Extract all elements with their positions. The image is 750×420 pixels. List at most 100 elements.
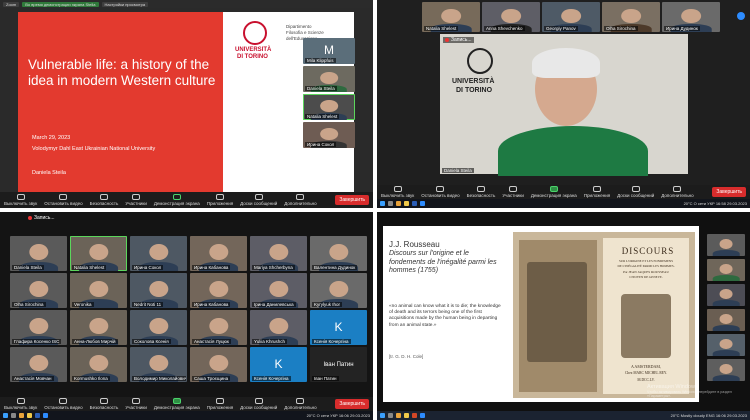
book-subtitle: SUR L'ORIGINE ET LES FONDEMENS: [619, 259, 673, 263]
video-tile[interactable]: Kormushko Ilona: [70, 347, 127, 382]
video-tile[interactable]: Olha Sirochina: [10, 273, 67, 308]
video-tile[interactable]: [707, 334, 745, 356]
next-page-arrow-icon[interactable]: [737, 12, 745, 20]
security-button[interactable]: Безопасность: [90, 194, 118, 206]
browser-icon[interactable]: [19, 413, 24, 418]
stop-video-button[interactable]: Остановить видео: [44, 398, 83, 410]
windows-start-icon[interactable]: [380, 201, 385, 206]
participants-button[interactable]: Участники: [125, 194, 147, 206]
search-icon[interactable]: [388, 413, 393, 418]
stop-video-button[interactable]: Остановить видео: [421, 186, 460, 198]
video-tile[interactable]: Veronika: [70, 273, 127, 308]
search-icon[interactable]: [11, 413, 16, 418]
tab-sharing[interactable]: Во время демонстрации экрана Stella: [22, 1, 99, 7]
more-button[interactable]: Дополнительно: [284, 398, 317, 410]
apps-button[interactable]: Приложения: [584, 186, 610, 198]
video-tile[interactable]: Ирина Сокол: [303, 122, 355, 148]
more-button[interactable]: Дополнительно: [661, 186, 694, 198]
video-tile[interactable]: Natalia Shelest: [303, 94, 355, 120]
browser-icon[interactable]: [396, 413, 401, 418]
video-tile[interactable]: Natalia Shelest: [422, 2, 480, 32]
end-meeting-button[interactable]: Завершить: [712, 187, 746, 197]
video-tile[interactable]: Володимир Миколайович: [130, 347, 187, 382]
video-tile[interactable]: Daniela Steila: [303, 66, 355, 92]
video-tile[interactable]: Ірина Данилевська: [250, 273, 307, 308]
video-tile[interactable]: Olha Sirochina: [602, 2, 660, 32]
security-button[interactable]: Безопасность: [90, 398, 118, 410]
browser-icon[interactable]: [396, 201, 401, 206]
explorer-icon[interactable]: [404, 413, 409, 418]
video-tile[interactable]: Georgiy Panov: [542, 2, 600, 32]
video-tile[interactable]: Yuliia Khrushch: [250, 310, 307, 345]
share-screen-button[interactable]: Демонстрация экрана: [154, 194, 200, 206]
slide-date: March 29, 2023: [32, 135, 71, 141]
apps-button[interactable]: Приложения: [207, 194, 233, 206]
search-icon[interactable]: [388, 201, 393, 206]
video-tile[interactable]: Nedrit Noti 11: [130, 273, 187, 308]
video-tile[interactable]: K Ксенія Кочергіна: [310, 310, 367, 345]
video-tile[interactable]: [707, 259, 745, 281]
video-tile[interactable]: Ирина Сокол: [130, 236, 187, 271]
video-tile[interactable]: Mariya Shcherbyna: [250, 236, 307, 271]
zoom-app-icon[interactable]: [420, 201, 425, 206]
video-tile[interactable]: Іван Патин Іван Патин: [310, 347, 367, 382]
video-tile[interactable]: [707, 284, 745, 306]
participants-label: Участники: [125, 201, 147, 206]
whiteboard-button[interactable]: Доски сообщений: [240, 194, 277, 206]
security-button[interactable]: Безопасность: [467, 186, 495, 198]
video-tile[interactable]: Anna Shevchenko: [482, 2, 540, 32]
more-button[interactable]: Дополнительно: [284, 194, 317, 206]
participant-name: Іван Патин: [312, 376, 339, 381]
zoom-app-icon[interactable]: [43, 413, 48, 418]
language-indicator[interactable]: УКР: [330, 413, 338, 418]
whiteboard-button[interactable]: Доски сообщений: [617, 186, 654, 198]
video-tile[interactable]: Анна-Любов Мирчій: [70, 310, 127, 345]
windows-start-icon[interactable]: [3, 413, 8, 418]
stop-video-button[interactable]: Остановить видео: [44, 194, 83, 206]
video-tile[interactable]: Анастасія Мовчан: [10, 347, 67, 382]
video-tile[interactable]: Ирина Дудинок: [662, 2, 720, 32]
share-screen-button[interactable]: Демонстрация экрана: [531, 186, 577, 198]
language-indicator[interactable]: ENG: [706, 413, 715, 418]
video-tile[interactable]: Глафира Косенко ISC: [10, 310, 67, 345]
apps-button[interactable]: Приложения: [207, 398, 233, 410]
explorer-icon[interactable]: [404, 201, 409, 206]
language-indicator[interactable]: УКР: [707, 201, 715, 206]
mute-button[interactable]: Выключить звук: [4, 194, 37, 206]
video-tile[interactable]: M Mila Klippfuis: [303, 38, 355, 64]
zoom-app-icon[interactable]: [420, 413, 425, 418]
apps-icon: [592, 186, 601, 192]
windows-start-icon[interactable]: [380, 413, 385, 418]
word-icon[interactable]: [35, 413, 40, 418]
video-tile[interactable]: Соколова Ксенія: [130, 310, 187, 345]
share-screen-button[interactable]: Демонстрация экрана: [154, 398, 200, 410]
end-meeting-button[interactable]: Завершить: [335, 399, 369, 409]
video-tile[interactable]: [707, 359, 745, 381]
video-tile[interactable]: Валентина Дудинок: [310, 236, 367, 271]
video-tile[interactable]: Kyrylyuk Ihor: [310, 273, 367, 308]
end-meeting-button[interactable]: Завершить: [335, 195, 369, 205]
participant-body: [712, 325, 740, 331]
explorer-icon[interactable]: [27, 413, 32, 418]
video-tile[interactable]: K Ксенія Кочергіна: [250, 347, 307, 382]
video-tile[interactable]: Анастасія Луцюк: [190, 310, 247, 345]
side-video-strip: [707, 234, 745, 384]
video-tile[interactable]: Саша Троєщина: [190, 347, 247, 382]
mute-button[interactable]: Выключить звук: [4, 398, 37, 410]
tab-zoom[interactable]: Zoom: [3, 1, 20, 7]
tab-view-settings[interactable]: Настройки просмотра: [101, 1, 149, 7]
video-tile[interactable]: Daniela Steila: [10, 236, 67, 271]
participants-button[interactable]: Участники: [502, 186, 524, 198]
video-tile[interactable]: Ирина Кабанова: [190, 236, 247, 271]
mute-button[interactable]: Выключить звук: [381, 186, 414, 198]
whiteboard-button[interactable]: Доски сообщений: [240, 398, 277, 410]
zoom-toolbar: Выключить звук Остановить видео Безопасн…: [0, 397, 373, 411]
participants-button[interactable]: Участники: [125, 398, 147, 410]
word-icon[interactable]: [412, 201, 417, 206]
slide-author: J.J. Rousseau: [389, 240, 440, 249]
video-tile[interactable]: Ирина Кабанова: [190, 273, 247, 308]
video-tile[interactable]: [707, 234, 745, 256]
video-tile[interactable]: [707, 309, 745, 331]
powerpoint-icon[interactable]: [412, 413, 417, 418]
video-tile[interactable]: Natalia Shelest: [70, 236, 127, 271]
